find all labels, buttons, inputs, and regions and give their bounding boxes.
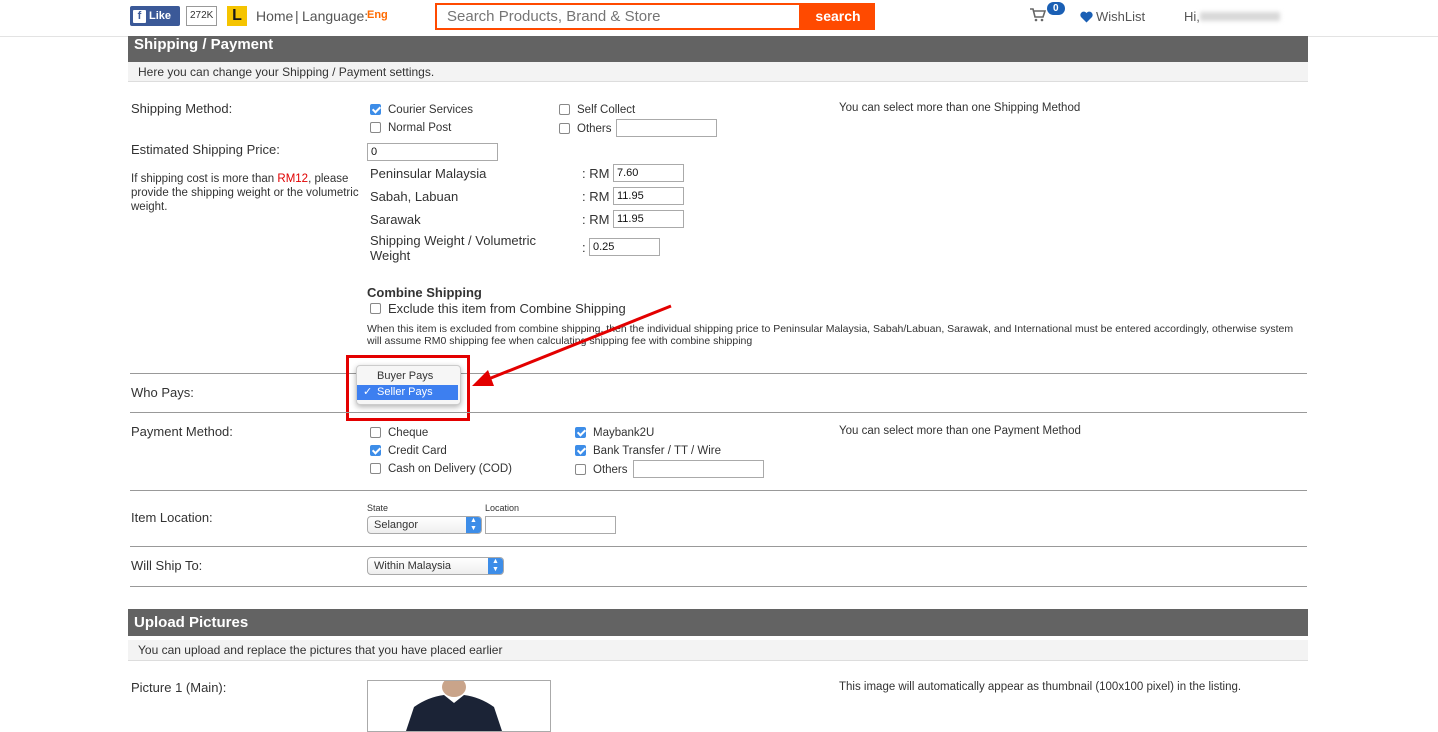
divider <box>130 412 1307 413</box>
picture-1-label: Picture 1 (Main): <box>131 680 227 695</box>
bank-transfer-checkbox[interactable] <box>575 445 586 456</box>
shipping-weight-input[interactable] <box>589 238 660 256</box>
state-select[interactable]: Selangor ▲ ▼ <box>367 516 482 534</box>
maybank2u-label: Maybank2U <box>593 427 655 439</box>
cheque-label: Cheque <box>388 427 429 439</box>
shipping-weight-note: If shipping cost is more than RM12, plea… <box>131 173 359 213</box>
payment-others-input[interactable] <box>633 460 764 478</box>
shipping-weight-prefix: : <box>582 240 586 255</box>
courier-services-checkbox[interactable] <box>370 104 381 115</box>
user-name-blurred <box>1200 12 1280 21</box>
divider <box>130 546 1307 547</box>
picture-1-thumbnail[interactable] <box>367 680 551 732</box>
facebook-icon: f <box>133 9 146 23</box>
facebook-like-count: 272K <box>186 6 218 26</box>
shipping-others-checkbox[interactable] <box>559 123 570 134</box>
rm12-highlight: RM12 <box>277 173 309 185</box>
payment-method-label: Payment Method: <box>131 424 233 439</box>
facebook-like-button[interactable]: f Like <box>130 6 180 26</box>
credit-card-label: Credit Card <box>388 445 447 457</box>
combine-shipping-title: Combine Shipping <box>367 285 482 300</box>
self-collect-label: Self Collect <box>577 104 636 116</box>
divider <box>130 586 1307 587</box>
site-logo[interactable]: L <box>227 6 247 26</box>
shipping-method-hint: You can select more than one Shipping Me… <box>839 102 1081 114</box>
payment-others-checkbox[interactable] <box>575 464 586 475</box>
user-greeting[interactable]: Hi, <box>1184 9 1200 24</box>
cart-count-badge: 0 <box>1047 2 1065 15</box>
estimated-shipping-input[interactable] <box>367 143 498 161</box>
rate-region-peninsular: Peninsular Malaysia <box>370 166 487 181</box>
shipping-others-input[interactable] <box>616 119 717 137</box>
rate-prefix-peninsular: : RM <box>582 166 610 181</box>
normal-post-label: Normal Post <box>388 122 452 134</box>
payment-method-hint: You can select more than one Payment Met… <box>839 425 1081 437</box>
shipping-method-label: Shipping Method: <box>131 101 233 116</box>
rate-input-peninsular[interactable] <box>613 164 684 182</box>
maybank2u-checkbox[interactable] <box>575 427 586 438</box>
picture-hint: This image will automatically appear as … <box>839 681 1242 693</box>
location-label: Location <box>485 503 520 513</box>
cheque-checkbox[interactable] <box>370 427 381 438</box>
bank-transfer-label: Bank Transfer / TT / Wire <box>593 445 722 457</box>
search-input[interactable] <box>435 3 801 30</box>
self-collect-checkbox[interactable] <box>559 104 570 115</box>
upload-pictures-title: Upload Pictures <box>128 609 1308 636</box>
normal-post-checkbox[interactable] <box>370 122 381 133</box>
rate-prefix-sarawak: : RM <box>582 212 610 227</box>
header-separator: | <box>295 8 299 24</box>
will-ship-to-select[interactable]: Within Malaysia ▲ ▼ <box>367 557 504 575</box>
who-pays-label: Who Pays: <box>131 385 194 400</box>
wishlist-link[interactable]: WishList <box>1096 9 1145 24</box>
select-arrows-icon: ▲ ▼ <box>466 517 481 533</box>
annotation-arrow-icon <box>472 304 672 386</box>
courier-services-label: Courier Services <box>388 104 473 116</box>
divider <box>130 490 1307 491</box>
cod-checkbox[interactable] <box>370 463 381 474</box>
select-arrows-icon: ▲ ▼ <box>488 558 503 574</box>
divider <box>130 373 1307 374</box>
state-label: State <box>367 503 389 513</box>
rate-prefix-sabah: : RM <box>582 189 610 204</box>
shipping-others-label: Others <box>577 123 612 135</box>
top-bar: f Like 272K L Home | Language: Eng searc… <box>0 0 1438 37</box>
upload-pictures-description: You can upload and replace the pictures … <box>128 640 1308 661</box>
language-selector[interactable]: Eng <box>367 9 388 21</box>
shipping-weight-label: Shipping Weight / Volumetric Weight <box>370 233 536 263</box>
cod-label: Cash on Delivery (COD) <box>388 463 512 475</box>
language-label: Language: <box>302 8 369 24</box>
search-button[interactable]: search <box>801 3 875 30</box>
home-link[interactable]: Home <box>256 8 293 24</box>
exclude-combine-checkbox[interactable] <box>370 303 381 314</box>
payment-others-label: Others <box>593 464 628 476</box>
rate-region-sarawak: Sarawak <box>370 212 421 227</box>
cart-icon[interactable] <box>1030 8 1046 22</box>
location-input[interactable] <box>485 516 616 534</box>
heart-icon <box>1080 11 1093 23</box>
item-location-label: Item Location: <box>131 510 213 525</box>
rate-region-sabah: Sabah, Labuan <box>370 189 459 204</box>
rate-input-sarawak[interactable] <box>613 210 684 228</box>
shipping-section-description: Here you can change your Shipping / Paym… <box>128 62 1308 82</box>
credit-card-checkbox[interactable] <box>370 445 381 456</box>
will-ship-to-label: Will Ship To: <box>131 558 203 573</box>
shirt-photo <box>406 681 502 731</box>
estimated-shipping-label: Estimated Shipping Price: <box>131 142 280 157</box>
shipping-section-title: Shipping / Payment <box>128 36 1308 62</box>
rate-input-sabah[interactable] <box>613 187 684 205</box>
